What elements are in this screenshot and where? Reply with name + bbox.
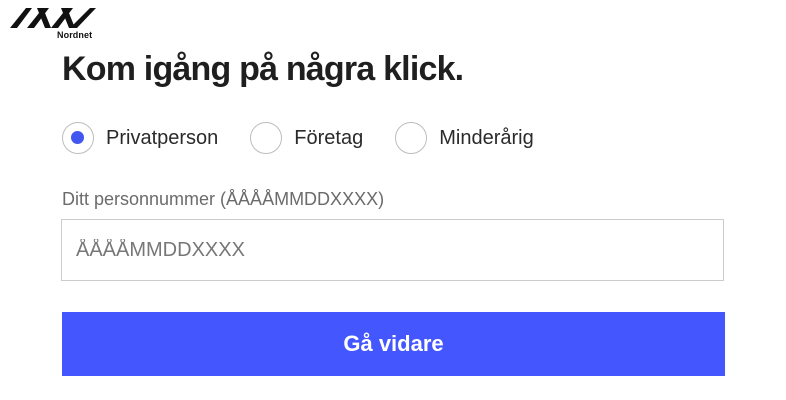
radio-label-privatperson: Privatperson — [106, 126, 219, 149]
page-title: Kom igång på några klick. — [62, 50, 464, 88]
personnummer-input[interactable] — [61, 219, 724, 281]
radio-button-privatperson[interactable] — [62, 122, 94, 154]
radio-label-minderarig: Minderårig — [439, 126, 534, 149]
signup-page: Nordnet Kom igång på några klick. Privat… — [0, 0, 786, 400]
radio-button-minderarig[interactable] — [395, 122, 428, 154]
radio-option-minderarig[interactable]: Minderårig — [395, 122, 534, 154]
personnummer-label: Ditt personnummer (ÅÅÅÅMMDDXXXX) — [62, 189, 385, 209]
radio-option-privatperson[interactable]: Privatperson — [62, 122, 218, 154]
radio-button-foretag[interactable] — [250, 122, 283, 154]
nordnet-logo-icon — [10, 8, 96, 28]
nordnet-logo: Nordnet — [10, 6, 100, 40]
radio-option-foretag[interactable]: Företag — [250, 122, 363, 154]
brand-name: Nordnet — [57, 30, 93, 40]
radio-label-foretag: Företag — [294, 126, 364, 149]
account-type-radio-group: Privatperson Företag Minderårig — [62, 121, 566, 155]
continue-button[interactable]: Gå vidare — [62, 312, 725, 376]
